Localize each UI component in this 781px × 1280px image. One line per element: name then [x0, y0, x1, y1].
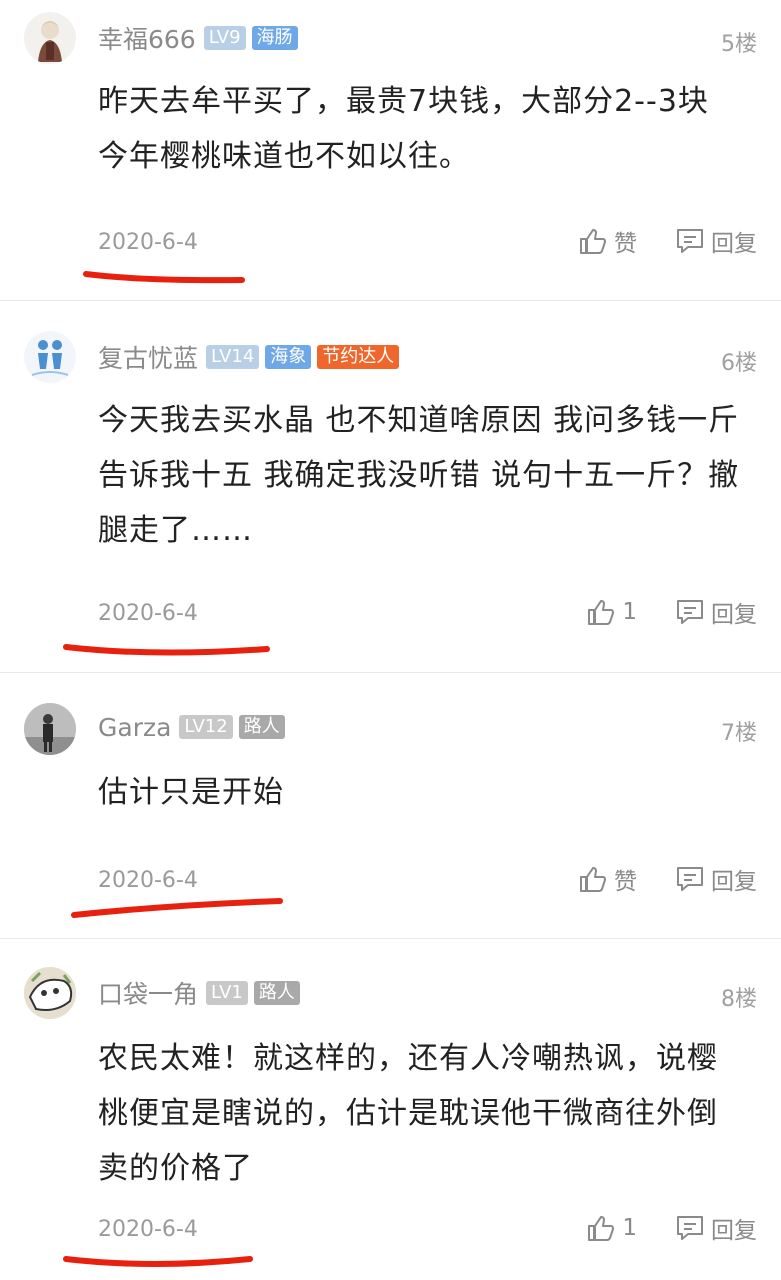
reply-button[interactable]: 回复 [675, 1211, 757, 1245]
red-underline [63, 644, 270, 656]
comment-actions: 1 回复 [586, 595, 757, 629]
comment-date: 2020-6-4 [98, 868, 198, 893]
like-count: 1 [622, 599, 637, 625]
reply-label: 回复 [711, 1218, 757, 1244]
like-label: 赞 [614, 231, 637, 257]
username[interactable]: 幸福666 [98, 20, 196, 56]
red-underline [83, 271, 245, 284]
avatar[interactable] [24, 967, 76, 1019]
level-badge: LV14 [206, 345, 260, 369]
reply-icon [677, 867, 703, 891]
like-button[interactable]: 赞 [578, 862, 637, 896]
comment-text: 农民太难！就这样的，还有人冷嘲热讽，说樱桃便宜是瞎说的，估计是耽误他干微商往外倒… [98, 1041, 718, 1186]
level-badge: LV9 [203, 26, 246, 50]
floor-number: 8楼 [721, 987, 757, 1012]
comment-date: 2020-6-4 [98, 601, 198, 626]
comment-meta: 口袋一角 LV1 路人 [98, 977, 300, 1009]
thumbs-up-icon [588, 1216, 615, 1241]
reply-label: 回复 [711, 869, 757, 895]
avatar[interactable] [24, 12, 76, 64]
reply-button[interactable]: 回复 [675, 224, 757, 258]
comment-7: Garza LV12 路人 7楼 估计只是开始 2020-6-4 赞 回复 [0, 673, 781, 938]
comment-meta: 复古忧蓝 LV14 海象 节约达人 [98, 339, 400, 375]
floor-number: 5楼 [721, 32, 757, 57]
comment-meta: 幸福666 LV9 海肠 [98, 22, 298, 54]
comment-date: 2020-6-4 [98, 230, 198, 255]
username[interactable]: Garza [98, 713, 171, 742]
username[interactable]: 复古忧蓝 [98, 339, 198, 375]
floor-number: 7楼 [721, 721, 757, 746]
comment-actions: 赞 回复 [578, 224, 757, 258]
floor-number: 6楼 [721, 351, 757, 376]
comment-text: 昨天去牟平买了，最贵7块钱，大部分2--3块 今年樱桃味道也不如以往。 [98, 84, 709, 174]
like-label: 赞 [614, 869, 637, 895]
thumbs-up-icon [580, 229, 606, 254]
title-badge: 海肠 [251, 26, 298, 50]
honor-badge: 节约达人 [317, 345, 400, 369]
reply-button[interactable]: 回复 [675, 595, 757, 629]
comment-5: 幸福666 LV9 海肠 5楼 昨天去牟平买了，最贵7块钱，大部分2--3块 今… [0, 0, 781, 300]
like-count: 1 [622, 1215, 637, 1241]
red-underline [71, 898, 283, 918]
avatar[interactable] [24, 703, 76, 755]
red-underline [63, 1256, 253, 1267]
comment-text: 今天我去买水晶 也不知道啥原因 我问多钱一斤 告诉我十五 我确定我没听错 说句十… [98, 403, 740, 548]
comment-6: 复古忧蓝 LV14 海象 节约达人 6楼 今天我去买水晶 也不知道啥原因 我问多… [0, 301, 781, 672]
username[interactable]: 口袋一角 [98, 975, 198, 1011]
like-button[interactable]: 1 [586, 1213, 637, 1243]
comment-8: 口袋一角 LV1 路人 8楼 农民太难！就这样的，还有人冷嘲热讽，说樱桃便宜是瞎… [0, 939, 781, 1280]
reply-button[interactable]: 回复 [675, 862, 757, 896]
reply-icon [677, 600, 703, 624]
title-badge: 路人 [253, 981, 300, 1005]
title-badge: 海象 [265, 345, 312, 369]
title-badge: 路人 [238, 715, 285, 739]
like-button[interactable]: 1 [586, 597, 637, 627]
like-button[interactable]: 赞 [578, 224, 637, 258]
thumbs-up-icon [580, 867, 606, 892]
comment-text: 估计只是开始 [98, 775, 284, 810]
comment-meta: Garza LV12 路人 [98, 711, 285, 743]
reply-icon [677, 229, 703, 253]
comment-actions: 1 回复 [586, 1211, 757, 1245]
comment-actions: 赞 回复 [578, 862, 757, 896]
comment-date: 2020-6-4 [98, 1217, 198, 1242]
reply-icon [677, 1216, 703, 1240]
avatar[interactable] [24, 331, 76, 383]
level-badge: LV12 [179, 715, 233, 739]
reply-label: 回复 [711, 602, 757, 628]
thumbs-up-icon [588, 600, 615, 625]
reply-label: 回复 [711, 231, 757, 257]
level-badge: LV1 [206, 981, 248, 1005]
